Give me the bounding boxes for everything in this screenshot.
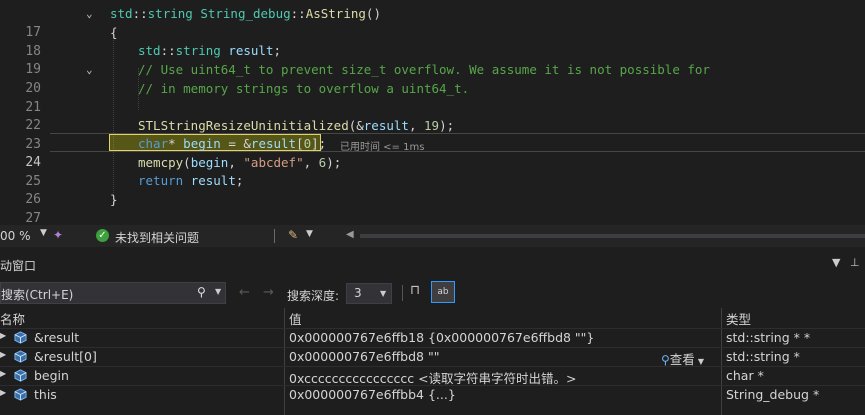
code-line: 26 return result; [0,171,865,207]
column-header-value[interactable]: 值 [289,309,302,328]
row-value[interactable]: 0x000000767e6ffb18 {0x000000767e6ffbd8 "… [289,330,594,345]
row-type: std::string * [726,349,800,364]
variable-icon [14,369,27,382]
row-value[interactable]: 0x000000767e6ffbd8 "" [289,349,439,364]
column-header-name[interactable]: 名称 [0,309,25,328]
fold-chevron-icon[interactable]: ⌄ [86,60,93,79]
row-name: this [34,387,57,402]
paintbrush-icon[interactable]: ✎ [288,228,298,242]
search-options-chevron-icon[interactable]: ▼ [215,287,221,296]
variable-icon [14,388,27,401]
fold-chevron-icon[interactable]: ⌄ [86,4,93,23]
panel-menu-chevron-icon[interactable]: ▼ [832,256,840,269]
code-line: 23 STLStringResizeUninitialized(&result,… [0,116,865,152]
elapsed-time-hint: 已用时间 <= 1ms [340,142,425,153]
row-name: &result[0] [34,349,97,364]
editor-status-strip: 00 % ▼ ✦ ✓ 未找到相关问题 ✎ ▼ ◀ [0,225,865,247]
expand-arrow-icon[interactable]: ▶ [0,350,6,359]
horizontal-scrollbar[interactable] [360,234,865,238]
code-line: 21 // in memory strings to overflow a ui… [0,79,865,115]
search-depth-select[interactable]: 3 ▼ [346,283,392,304]
magnifier-icon: ⚲ [661,353,670,367]
expand-arrow-icon[interactable]: ▶ [0,388,6,397]
autos-window: 动窗口 ▼ ⊥ 搜索(Ctrl+E) ⚲ ▼ ← → 搜索深度: 3 ▼ ⊓ a… [0,247,865,415]
table-row[interactable]: ▶ this 0x000000767e6ffbb4 {...} String_d… [0,385,865,404]
pin-to-source-icon[interactable]: ⊓ [410,283,420,298]
variable-icon [14,350,27,363]
issues-status[interactable]: 未找到相关问题 [115,229,199,246]
search-input[interactable]: 搜索(Ctrl+E) ⚲ ▼ [0,282,226,304]
hex-display-button[interactable]: ab [431,281,455,303]
check-circle-icon: ✓ [96,229,109,242]
grid-header: 名称 值 类型 [0,308,865,327]
code-line: 22 [0,97,865,133]
search-icon[interactable]: ⚲ [197,285,206,299]
chevron-down-icon: ▼ [697,357,704,366]
row-name: &result [34,330,80,345]
code-cleanup-icon[interactable]: ✦ [53,228,63,242]
code-line: 19 std::string result; [0,41,865,77]
code-line: 20 ⌄ // Use uint64_t to prevent size_t o… [0,60,865,96]
column-header-type[interactable]: 类型 [726,309,751,328]
row-type: String_debug * [726,387,820,402]
zoom-dropdown-icon[interactable]: ▼ [40,228,47,238]
table-row[interactable]: ▶ &result 0x000000767e6ffb18 {0x00000076… [0,328,865,347]
row-name: begin [34,368,69,383]
code-line: 27 } [0,190,865,226]
search-depth-label: 搜索深度: [287,289,340,303]
table-row[interactable]: ▶ &result[0] 0x000000767e6ffbd8 "" ⚲查看 ▼ … [0,347,865,367]
divider [274,229,275,243]
row-value[interactable]: 0x000000767e6ffbb4 {...} [289,387,456,402]
search-back-arrow-icon[interactable]: ← [239,285,250,300]
zoom-level[interactable]: 00 % [0,229,31,243]
code-line: 17 ⌄ std::string String_debug::AsString(… [0,4,865,40]
code-line-current: 24 char* begin = &result[0]; [0,134,865,170]
code-line: 18 { [0,23,865,59]
pin-icon[interactable]: ⊥ [850,256,860,269]
scroll-left-icon[interactable]: ◀ [346,229,354,240]
chevron-down-icon: ▼ [380,289,387,298]
code-editor[interactable]: 17 ⌄ std::string String_debug::AsString(… [0,0,865,226]
code-line: 25 memcpy(begin, "abcdef", 6); [0,153,865,189]
table-row[interactable]: ▶ begin 0xcccccccccccccccc <读取字符串字符时出错。>… [0,366,865,386]
row-type: char * [726,368,764,383]
divider [402,285,403,301]
chevron-down-icon[interactable]: ▼ [306,229,313,239]
expand-arrow-icon[interactable]: ▶ [0,331,6,340]
search-forward-arrow-icon[interactable]: → [263,285,274,300]
variable-icon [14,331,27,344]
row-type: std::string * * [726,330,811,345]
expand-arrow-icon[interactable]: ▶ [0,369,6,378]
panel-title: 动窗口 [0,259,37,273]
